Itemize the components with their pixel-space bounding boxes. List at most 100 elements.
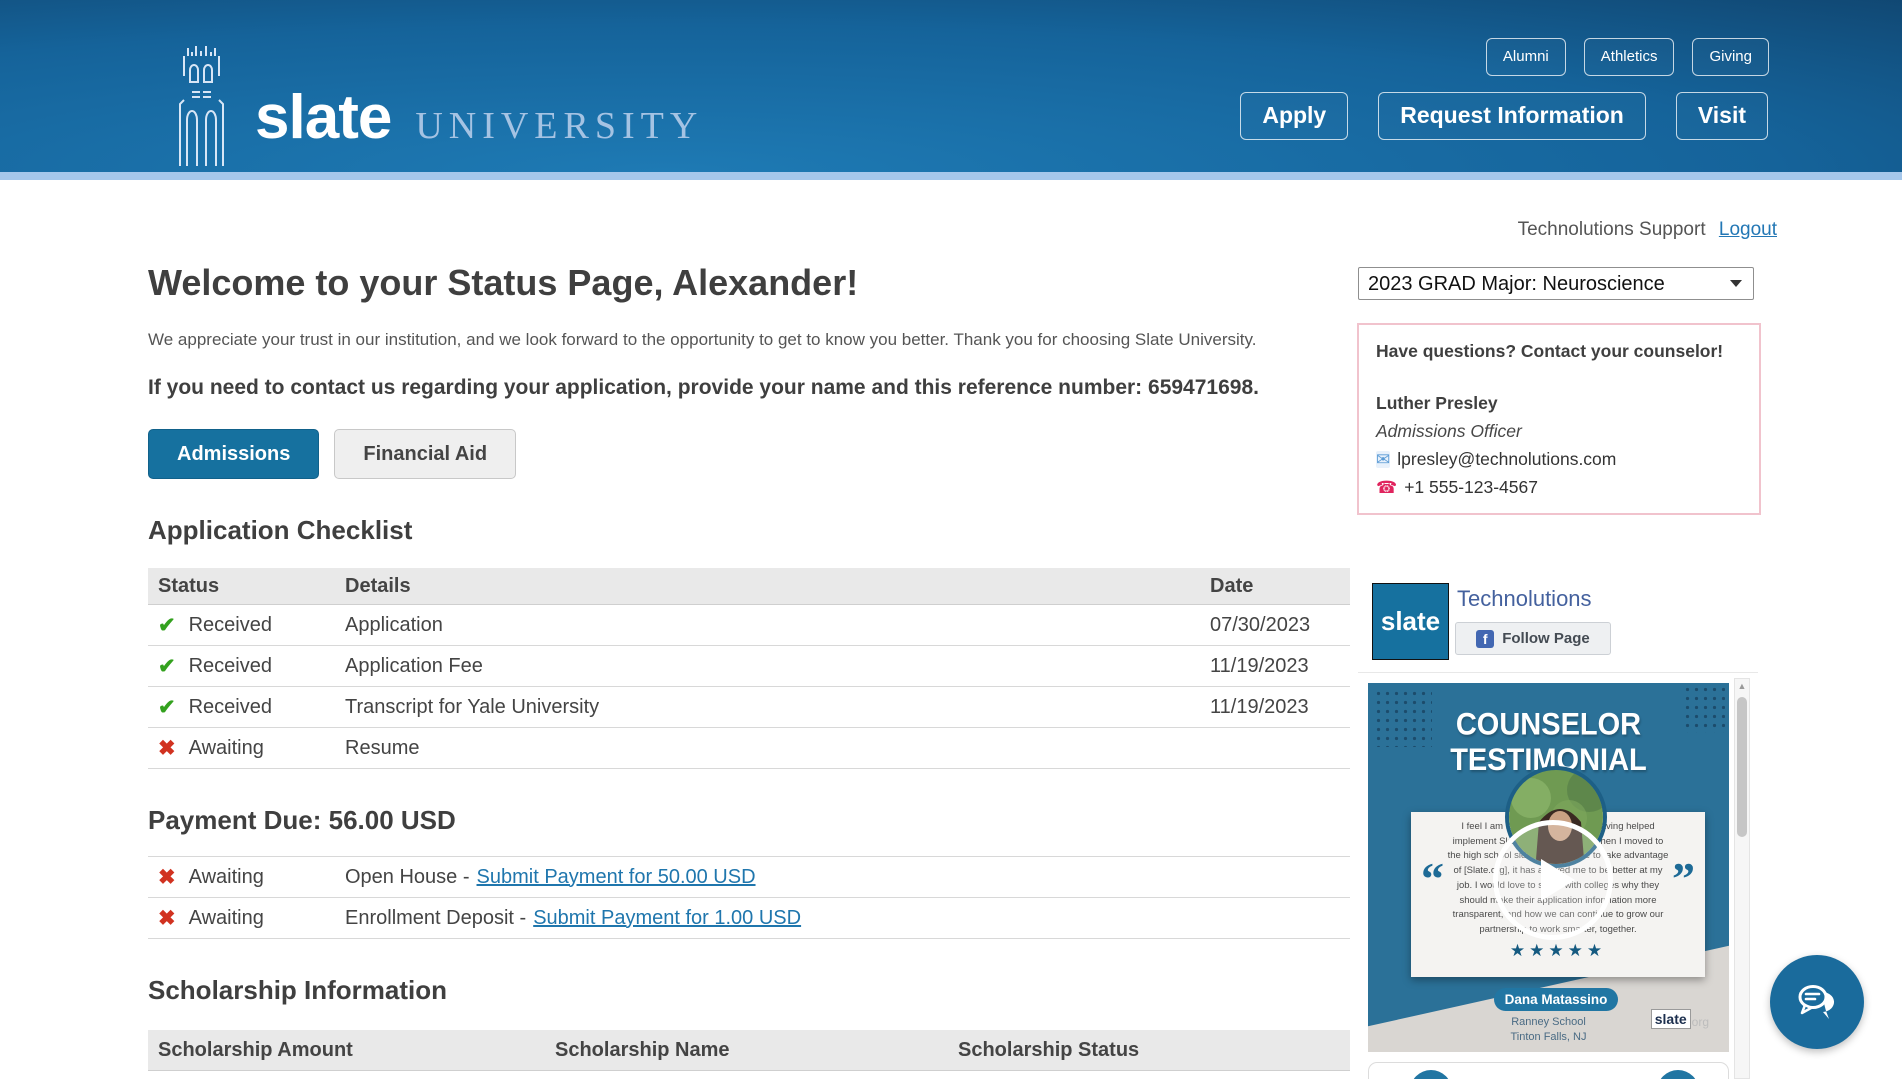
application-dropdown[interactable]: 2023 GRAD Major: Neuroscience — [1358, 267, 1754, 300]
feed-scrollbar[interactable]: ▲ — [1734, 678, 1750, 1079]
scholarship-heading: Scholarship Information — [148, 975, 1350, 1006]
slate-org-wordmark: slate — [1651, 1009, 1691, 1029]
scholarship-header-row: Scholarship Amount Scholarship Name Scho… — [148, 1030, 1350, 1071]
counselor-name: Luther Presley — [1376, 393, 1742, 414]
university-logo: slate UNIVERSITY — [178, 42, 703, 149]
x-icon: ✖ — [158, 738, 176, 759]
counselor-title: Admissions Officer — [1376, 421, 1742, 442]
col-status: Status — [148, 575, 345, 598]
close-quote-icon: ” — [1672, 856, 1695, 902]
decorative-circle — [1657, 1070, 1699, 1079]
x-icon: ✖ — [158, 867, 176, 888]
status-tabs: Admissions Financial Aid — [148, 429, 1350, 479]
slate-org-logo: slate org — [1651, 1009, 1709, 1029]
visit-button[interactable]: Visit — [1676, 92, 1768, 140]
slate-org-suffix: org — [1692, 1015, 1709, 1029]
table-row: ✔ Received Application Fee 11/19/2023 — [148, 646, 1350, 687]
facebook-page-link[interactable]: Technolutions — [1457, 586, 1592, 612]
table-row: ✖ Awaiting Enrollment Deposit - Submit Pay… — [148, 898, 1350, 939]
divider — [1358, 672, 1758, 673]
application-checklist-table: Status Details Date ✔ Received Applicatio… — [148, 568, 1350, 769]
facebook-icon: f — [1476, 630, 1494, 648]
date-cell: 11/19/2023 — [1210, 696, 1350, 719]
col-scholarship-status: Scholarship Status — [958, 1039, 1350, 1062]
primary-nav: Apply Request Information Visit — [1240, 92, 1768, 140]
logo-university-text: UNIVERSITY — [415, 107, 703, 149]
status-label: Awaiting — [189, 907, 264, 930]
counselor-card: Have questions? Contact your counselor! … — [1357, 323, 1761, 515]
check-icon: ✔ — [158, 615, 176, 636]
avatar[interactable]: slate — [1372, 583, 1449, 660]
page-title: Welcome to your Status Page, Alexander! — [148, 262, 1350, 304]
testimonial-video[interactable]: COUNSELOR TESTIMONIAL “ ” I feel I am in… — [1368, 683, 1729, 1052]
status-label: Awaiting — [189, 866, 264, 889]
col-scholarship-amount: Scholarship Amount — [148, 1039, 555, 1062]
status-label: Received — [189, 696, 272, 719]
payment-heading: Payment Due: 56.00 USD — [148, 805, 1350, 836]
details-cell: Enrollment Deposit - Submit Payment for 1… — [345, 907, 1210, 930]
details-cell: Open House - Submit Payment for 50.00 USD — [345, 866, 1210, 889]
table-row: ✔ Received Transcript for Yale University… — [148, 687, 1350, 728]
tower-icon — [178, 42, 225, 167]
details-cell: Resume — [345, 737, 1210, 760]
intro-paragraph: We appreciate your trust in our institut… — [148, 330, 1350, 350]
secondary-nav: Alumni Athletics Giving — [1486, 38, 1769, 76]
follow-page-button[interactable]: f Follow Page — [1455, 622, 1611, 655]
status-page: slate UNIVERSITY Alumni Athletics Giving… — [0, 0, 1902, 1079]
application-selector: 2023 GRAD Major: Neuroscience — [1358, 267, 1754, 300]
request-information-button[interactable]: Request Information — [1378, 92, 1646, 140]
decorative-circle — [1410, 1070, 1452, 1079]
play-icon — [1541, 859, 1575, 901]
date-cell: 07/30/2023 — [1210, 614, 1350, 637]
chat-icon — [1791, 976, 1843, 1028]
giving-button[interactable]: Giving — [1692, 38, 1769, 76]
date-cell: 11/19/2023 — [1210, 655, 1350, 678]
tab-financial-aid[interactable]: Financial Aid — [334, 429, 516, 479]
payment-item-label: Enrollment Deposit - — [345, 907, 526, 929]
follow-page-label: Follow Page — [1502, 630, 1590, 647]
status-label: Received — [189, 614, 272, 637]
col-date: Date — [1210, 575, 1350, 598]
counselor-card-heading: Have questions? Contact your counselor! — [1376, 341, 1742, 362]
status-label: Received — [189, 655, 272, 678]
submit-payment-link[interactable]: Submit Payment for 1.00 USD — [533, 907, 801, 929]
col-details: Details — [345, 575, 1210, 598]
main-content: Welcome to your Status Page, Alexander! … — [148, 262, 1350, 1071]
details-cell: Application Fee — [345, 655, 1210, 678]
open-quote-icon: “ — [1421, 856, 1444, 902]
support-bar: Technolutions Support Logout — [0, 219, 1777, 241]
checklist-header-row: Status Details Date — [148, 568, 1350, 605]
facebook-widget: slate Technolutions f Follow Page COUNSE… — [1358, 566, 1758, 1079]
email-icon: ✉ — [1376, 451, 1390, 468]
alumni-button[interactable]: Alumni — [1486, 38, 1566, 76]
details-cell: Application — [345, 614, 1210, 637]
counselor-email[interactable]: lpresley@technolutions.com — [1397, 449, 1616, 470]
athletics-button[interactable]: Athletics — [1584, 38, 1675, 76]
testimonial-person: Dana Matassino — [1494, 988, 1618, 1011]
details-cell: Transcript for Yale University — [345, 696, 1210, 719]
payment-table: ✖ Awaiting Open House - Submit Payment for… — [148, 856, 1350, 939]
logout-link[interactable]: Logout — [1719, 219, 1777, 240]
submit-payment-link[interactable]: Submit Payment for 50.00 USD — [477, 866, 756, 888]
tab-admissions[interactable]: Admissions — [148, 429, 319, 479]
table-row: ✔ Received Application 07/30/2023 — [148, 605, 1350, 646]
payment-item-label: Open House - — [345, 866, 470, 888]
apply-button[interactable]: Apply — [1240, 92, 1348, 140]
scroll-up-icon[interactable]: ▲ — [1735, 681, 1749, 691]
next-feed-card — [1368, 1062, 1729, 1079]
counselor-phone[interactable]: +1 555-123-4567 — [1404, 477, 1538, 498]
checklist-heading: Application Checklist — [148, 515, 1350, 546]
logo-wordmark: slate — [255, 87, 391, 149]
play-button[interactable] — [1493, 820, 1613, 940]
x-icon: ✖ — [158, 908, 176, 929]
check-icon: ✔ — [158, 656, 176, 677]
testimonial-location: Tinton Falls, NJ — [1368, 1031, 1729, 1043]
table-row: ✖ Awaiting Open House - Submit Payment for… — [148, 857, 1350, 898]
site-header: slate UNIVERSITY Alumni Athletics Giving… — [0, 0, 1902, 180]
scrollbar-thumb[interactable] — [1737, 697, 1747, 837]
support-label: Technolutions Support — [1518, 219, 1706, 240]
table-row: ✖ Awaiting Resume — [148, 728, 1350, 769]
status-label: Awaiting — [189, 737, 264, 760]
chat-button[interactable] — [1770, 955, 1864, 1049]
check-icon: ✔ — [158, 697, 176, 718]
